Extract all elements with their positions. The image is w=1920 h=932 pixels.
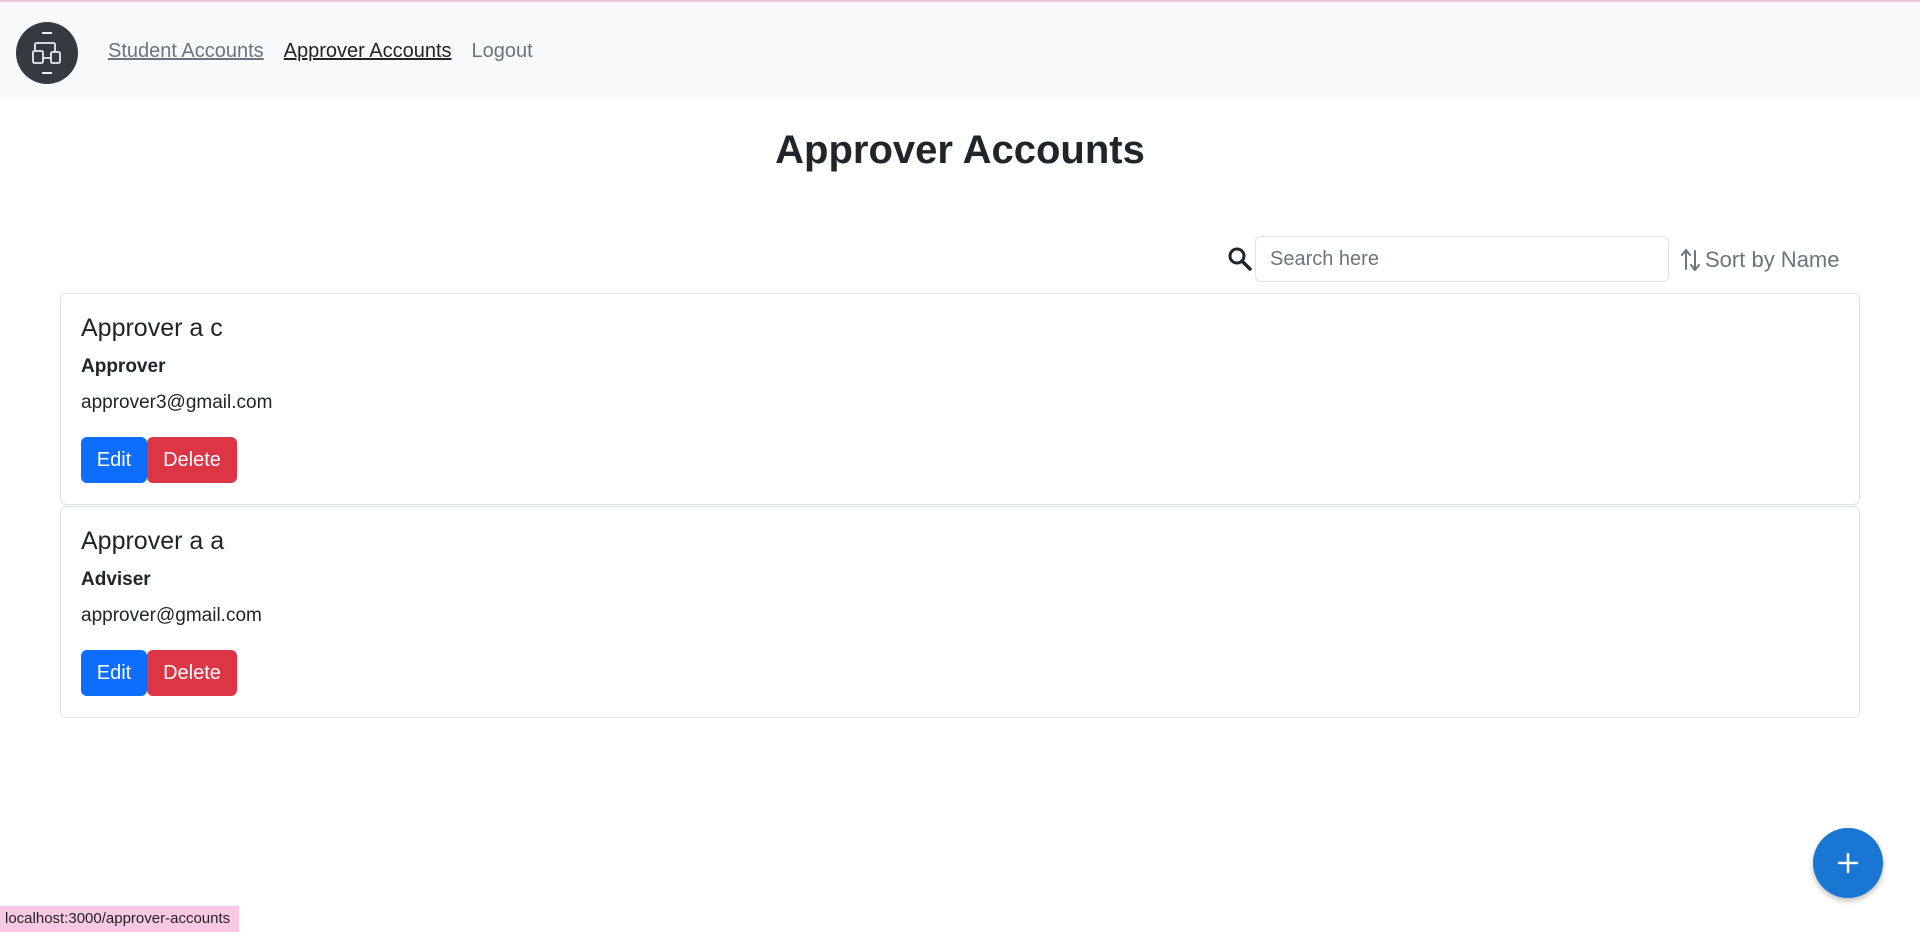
navbar: Student Accounts Approver Accounts Logou… bbox=[0, 2, 1920, 98]
logo-icon bbox=[32, 32, 61, 74]
nav-link-student-accounts[interactable]: Student Accounts bbox=[108, 40, 264, 63]
edit-button[interactable]: Edit bbox=[81, 650, 147, 696]
account-email: approver@gmail.com bbox=[81, 605, 262, 626]
account-role: Approver bbox=[81, 356, 166, 377]
nav-link-approver-accounts[interactable]: Approver Accounts bbox=[284, 40, 452, 63]
plus-icon bbox=[1837, 852, 1859, 874]
sort-arrows-icon bbox=[1681, 249, 1700, 271]
page-title: Approver Accounts bbox=[775, 128, 1145, 172]
account-card: Approver a a Adviser approver@gmail.com … bbox=[60, 506, 1860, 718]
delete-button[interactable]: Delete bbox=[147, 650, 237, 696]
status-bar-url: localhost:3000/approver-accounts bbox=[0, 906, 240, 932]
nav-links: Student Accounts Approver Accounts Logou… bbox=[108, 40, 533, 63]
search-icon bbox=[1227, 246, 1253, 272]
nav-link-logout[interactable]: Logout bbox=[472, 40, 533, 63]
search-input[interactable] bbox=[1255, 236, 1669, 282]
delete-button[interactable]: Delete bbox=[147, 437, 237, 483]
account-name: Approver a a bbox=[81, 527, 225, 555]
account-role: Adviser bbox=[81, 569, 151, 590]
account-email: approver3@gmail.com bbox=[81, 392, 273, 413]
account-name: Approver a c bbox=[81, 314, 223, 342]
edit-button[interactable]: Edit bbox=[81, 437, 147, 483]
sort-button[interactable]: Sort by Name bbox=[1681, 244, 1840, 276]
account-card: Approver a c Approver approver3@gmail.co… bbox=[60, 293, 1860, 505]
app-logo[interactable] bbox=[16, 22, 78, 84]
sort-label: Sort by Name bbox=[1705, 247, 1840, 272]
add-account-button[interactable] bbox=[1813, 828, 1883, 898]
